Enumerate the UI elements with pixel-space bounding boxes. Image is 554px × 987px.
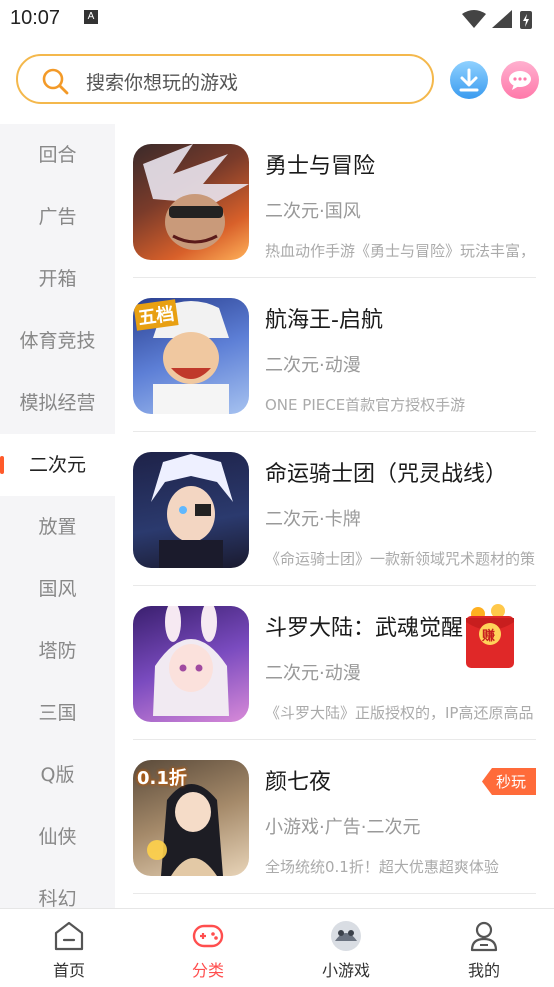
sidebar-item-xianxia[interactable]: 仙侠 [0,806,115,868]
sidebar-item-simulation[interactable]: 模拟经营 [0,372,115,434]
sidebar-item-idle[interactable]: 放置 [0,496,115,558]
nav-label: 我的 [467,961,500,980]
game-tags: 二次元·国风 [265,201,361,222]
status-time: 10:07 [10,7,61,29]
sidebar-item-sports[interactable]: 体育竞技 [0,310,115,372]
game-title: 颜七夜 [265,770,332,795]
game-tags: 二次元·卡牌 [265,509,361,530]
bottom-nav: 首页 分类 小游戏 我的 [0,908,554,987]
message-button[interactable] [501,61,539,99]
gamepad-icon [192,924,224,948]
category-sidebar: 回合 广告 开箱 体育竞技 模拟经营 二次元 放置 国风 塔防 三国 Q版 仙侠… [0,124,115,908]
game-title: 航海王-启航 [265,308,383,333]
sidebar-item-scifi[interactable]: 科幻 [0,868,115,908]
game-thumbnail: 0.1折 [133,760,249,876]
nav-home[interactable]: 首页 [0,909,138,987]
download-icon [459,68,479,92]
nav-label: 分类 [191,961,224,980]
sidebar-item-guanggao[interactable]: 广告 [0,186,115,248]
notification-icon: A [84,10,98,24]
search-icon [42,68,69,95]
game-title: 勇士与冒险 [265,154,376,179]
nav-label: 首页 [52,961,85,980]
sidebar-item-tower-defense[interactable]: 塔防 [0,620,115,682]
minigame-icon [331,921,361,951]
list-item[interactable]: 五档 航海王-启航 二次元·动漫 ONE PIECE首款官方授权手游 [115,278,554,432]
download-button[interactable] [450,61,488,99]
search-bar[interactable]: 搜索你想玩的游戏 [16,54,434,104]
envelope-label: 赚 [482,629,496,644]
sidebar-item-huihe[interactable]: 回合 [0,124,115,186]
sidebar-item-q-style[interactable]: Q版 [0,744,115,806]
game-thumbnail [133,144,249,260]
signal-icon [492,10,512,28]
red-envelope-button[interactable]: 赚 [462,604,518,670]
sidebar-item-guofeng[interactable]: 国风 [0,558,115,620]
game-tags: 小游戏·广告·二次元 [265,817,421,838]
game-tags: 二次元·动漫 [265,663,361,684]
nav-profile[interactable]: 我的 [415,909,553,987]
sidebar-item-kaixiang[interactable]: 开箱 [0,248,115,310]
game-thumbnail [133,606,249,722]
sidebar-item-three-kingdoms[interactable]: 三国 [0,682,115,744]
system-status-icons [462,10,532,29]
game-list: 勇士与冒险 二次元·国风 热血动作手游《勇士与冒险》玩法丰富， 五档 航海王-启… [115,124,554,908]
game-thumbnail [133,452,249,568]
sidebar-item-anime[interactable]: 二次元 [0,434,115,496]
instant-play-badge[interactable]: 秒玩 [481,768,536,795]
game-description: 热血动作手游《勇士与冒险》玩法丰富， [265,242,535,260]
list-item[interactable]: 命运骑士团（咒灵战线） 二次元·卡牌 《命运骑士团》一款新领域咒术题材的策 [115,432,554,586]
search-placeholder: 搜索你想玩的游戏 [86,72,239,94]
game-tags: 二次元·动漫 [265,355,361,376]
nav-category[interactable]: 分类 [139,909,277,987]
home-icon [54,921,84,951]
list-item[interactable]: 0.1折 颜七夜 秒玩 小游戏·广告·二次元 全场统统0.1折！超大优惠超爽体验 [115,740,554,894]
game-description: ONE PIECE首款官方授权手游 [265,396,466,414]
game-description: 《命运骑士团》一款新领域咒术题材的策 [265,550,535,568]
wifi-icon [462,10,486,28]
list-item[interactable]: 勇士与冒险 二次元·国风 热血动作手游《勇士与冒险》玩法丰富， [115,124,554,278]
nav-label: 小游戏 [321,961,370,980]
user-icon [470,921,498,952]
divider [133,893,536,894]
nav-minigames[interactable]: 小游戏 [277,909,415,987]
game-title: 斗罗大陆：武魂觉醒 [265,616,464,641]
game-thumbnail: 五档 [133,298,249,414]
thumbnail-label: 0.1折 [137,768,187,789]
game-description: 《斗罗大陆》正版授权的，IP高还原高品 [265,704,534,722]
status-bar: 10:07 A [0,0,554,38]
game-title: 命运骑士团（咒灵战线） [265,462,508,487]
game-description: 全场统统0.1折！超大优惠超爽体验 [265,858,499,876]
chat-bubble-icon [509,71,531,90]
